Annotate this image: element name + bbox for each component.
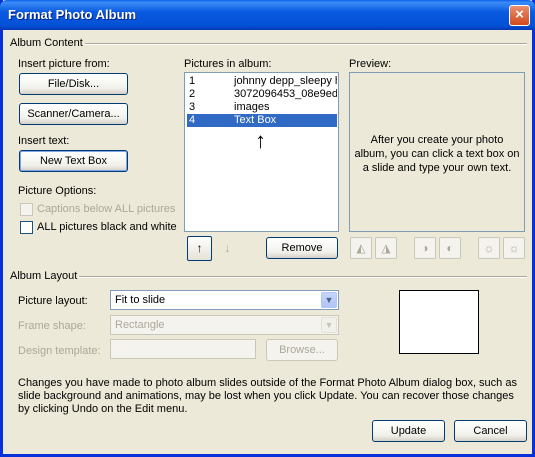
close-icon[interactable]: × <box>509 5 530 26</box>
preview-text: After you create your photo album, you c… <box>354 134 520 174</box>
layout-preview-thumbnail <box>399 290 479 354</box>
move-down-button[interactable]: ↓ <box>215 236 240 261</box>
frame-shape-label: Frame shape: <box>18 320 86 332</box>
pictures-listbox[interactable]: 1 johnny depp_sleepy h 2 3072096453_08e9ed… <box>184 72 339 232</box>
design-template-field[interactable] <box>110 339 256 359</box>
contrast-up-icon[interactable]: ◑ <box>414 237 436 259</box>
picture-layout-dropdown[interactable]: Fit to slide ▼ <box>110 290 339 310</box>
picture-options-label: Picture Options: <box>18 185 97 197</box>
album-content-divider <box>9 43 527 45</box>
captions-checkbox-label: Captions below ALL pictures <box>37 203 176 215</box>
title-bar[interactable]: Format Photo Album × <box>0 0 535 30</box>
chevron-down-icon[interactable]: ▼ <box>321 292 337 308</box>
album-content-label: Album Content <box>8 37 85 49</box>
scanner-camera-button[interactable]: Scanner/Camera... <box>19 103 128 125</box>
mouse-cursor-icon: ↑ <box>255 128 266 153</box>
pictures-in-album-label: Pictures in album: <box>184 58 272 70</box>
list-item[interactable]: 3 images <box>187 101 337 114</box>
format-photo-album-dialog: Format Photo Album × Album Content Inser… <box>0 0 535 457</box>
list-item[interactable]: 2 3072096453_08e9edl <box>187 88 337 101</box>
frame-shape-value: Rectangle <box>115 319 165 331</box>
insert-text-label: Insert text: <box>18 135 70 147</box>
black-white-checkbox-label: ALL pictures black and white <box>37 221 177 233</box>
brightness-down-icon[interactable]: ☼ <box>503 237 525 259</box>
rotate-right-icon[interactable]: ◮ <box>375 237 397 259</box>
rotate-left-icon[interactable]: ◭ <box>350 237 372 259</box>
frame-shape-dropdown[interactable]: Rectangle ▼ <box>110 315 339 335</box>
captions-checkbox[interactable] <box>20 203 33 216</box>
contrast-down-icon[interactable]: ◐ <box>439 237 461 259</box>
move-up-button[interactable]: ↑ <box>187 236 212 261</box>
remove-button[interactable]: Remove <box>266 237 338 259</box>
file-disk-button[interactable]: File/Disk... <box>19 73 128 95</box>
browse-button[interactable]: Browse... <box>266 339 338 361</box>
list-item-selected[interactable]: 4 Text Box <box>187 114 337 127</box>
brightness-up-icon[interactable]: ☼ <box>478 237 500 259</box>
new-text-box-button[interactable]: New Text Box <box>19 150 128 172</box>
picture-layout-value: Fit to slide <box>115 294 166 306</box>
album-layout-divider <box>9 276 527 278</box>
dialog-title: Format Photo Album <box>8 7 137 22</box>
update-notice-text: Changes you have made to photo album sli… <box>18 377 517 415</box>
update-button[interactable]: Update <box>372 420 445 442</box>
black-white-checkbox[interactable] <box>20 221 33 234</box>
list-item[interactable]: 1 johnny depp_sleepy h <box>187 75 337 88</box>
insert-picture-from-label: Insert picture from: <box>18 58 110 70</box>
picture-layout-label: Picture layout: <box>18 295 88 307</box>
cancel-button[interactable]: Cancel <box>454 420 527 442</box>
preview-label: Preview: <box>349 58 392 70</box>
preview-pane: After you create your photo album, you c… <box>349 72 525 232</box>
design-template-label: Design template: <box>18 345 101 357</box>
album-layout-label: Album Layout <box>8 270 80 282</box>
chevron-down-icon[interactable]: ▼ <box>321 317 337 333</box>
